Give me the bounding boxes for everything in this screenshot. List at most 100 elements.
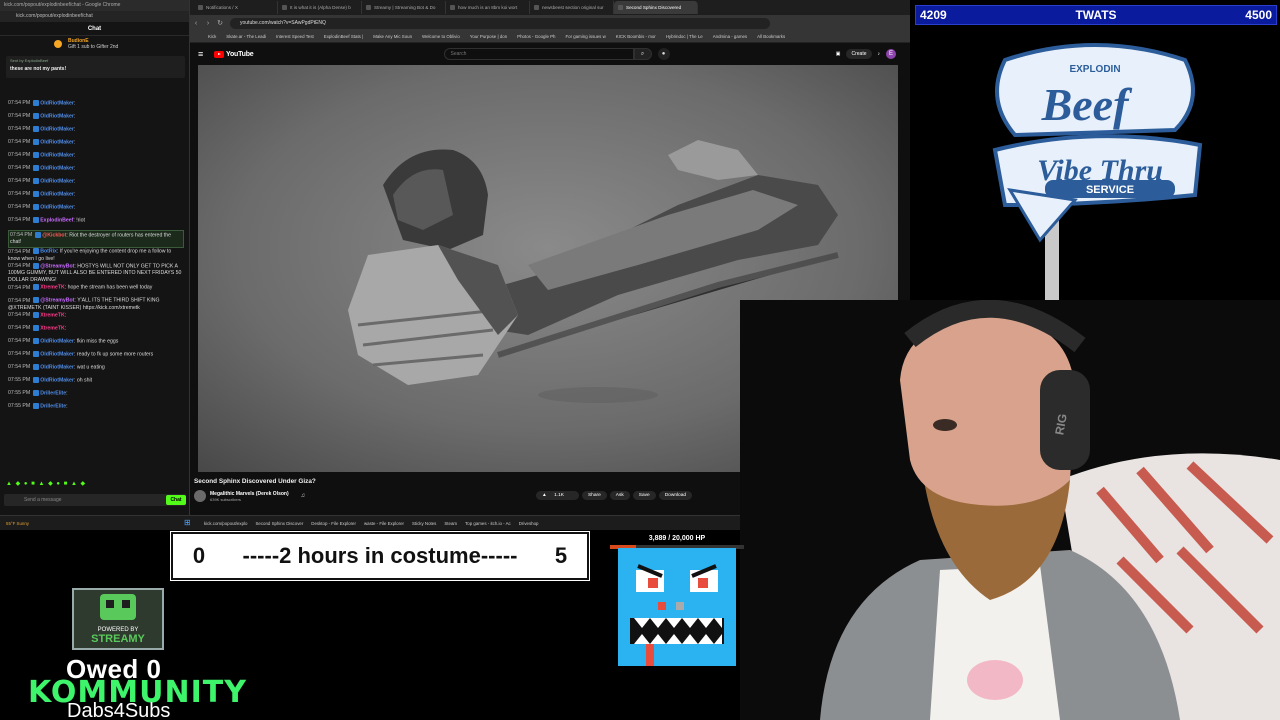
chat-text: :	[66, 389, 68, 396]
taskbar-item[interactable]: Desktop - File Explorer	[307, 521, 360, 526]
mic-icon[interactable]: ●	[657, 48, 670, 60]
share-button[interactable]: Share	[581, 491, 607, 500]
bookmark-item[interactable]: Hybrindoc | The Le	[666, 34, 703, 39]
chat-username[interactable]: OldRiotMaker	[40, 152, 74, 158]
chat-text: :	[73, 113, 76, 120]
chat-username[interactable]: OldRiotMaker	[40, 338, 74, 344]
bookmark-item[interactable]: Interest Speed Test	[276, 34, 314, 39]
search-input[interactable]: Search	[443, 48, 634, 60]
bookmark-item[interactable]: For gaming issues w	[565, 34, 605, 39]
bookmark-item[interactable]: ExplodinBeef Stats |	[324, 34, 363, 39]
bookmark-item[interactable]: All Bookmarks	[757, 34, 785, 39]
chat-username[interactable]: XtremeTK	[40, 285, 65, 291]
chat-username[interactable]: OldRiotMaker	[40, 204, 74, 210]
bookmark-item[interactable]: Skate.ar - The Leadi	[226, 34, 266, 39]
avatar[interactable]: E	[886, 49, 896, 59]
chat-username[interactable]: OldRiotMaker	[40, 377, 74, 383]
pinned-message[interactable]: Sent by ExplodinBeef these are not my pa…	[6, 56, 185, 78]
chat-badge-icon	[33, 350, 40, 357]
chat-text: :	[73, 178, 76, 185]
chat-message: 07:54 PM OldRiotMaker: ready to fk up som…	[8, 350, 190, 364]
address-bar: ‹ › ↻ youtube.com/watch?v=SAwPgdPtENQ	[190, 15, 910, 31]
emote-row[interactable]: ▲ ◆ ● ■ ▲ ◆ ● ■ ▲ ◆	[6, 480, 86, 487]
like-button[interactable]: ▲ 1.1K	[536, 491, 579, 500]
chat-username[interactable]: XtremeTK	[40, 325, 65, 331]
bell-icon[interactable]: ♪	[878, 51, 881, 57]
url-field[interactable]: youtube.com/watch?v=SAwPgdPtENQ	[230, 17, 770, 29]
chat-timestamp: 07:54 PM	[8, 139, 31, 146]
chat-username[interactable]: XtremeTK	[40, 312, 65, 318]
chat-text: :	[64, 311, 67, 318]
chat-username[interactable]: OldRiotMaker	[40, 364, 74, 370]
taskbar-item[interactable]: Steam	[440, 521, 461, 526]
chat-input[interactable]: Send a message	[4, 494, 186, 506]
bookmark-item[interactable]: Photos - Google Ph	[517, 34, 555, 39]
chat-message: 07:54 PM XtremeTK: hope the stream has be…	[8, 284, 190, 297]
browser-tab[interactable]: It is what it is (Alpha Dense) b	[278, 1, 362, 14]
bookmark-item[interactable]: Kick	[208, 34, 216, 39]
subscribe-bell-icon[interactable]: ♫	[301, 493, 306, 499]
pinned-by: Sent by ExplodinBeef	[10, 58, 49, 63]
chat-username[interactable]: OldRiotMaker	[40, 139, 74, 145]
browser-tab[interactable]: how much is an 8bm koi wort	[446, 1, 530, 14]
chat-username[interactable]: DrillerElite	[40, 403, 66, 409]
chat-username[interactable]: OldRiotMaker	[40, 178, 74, 184]
chat-window-url[interactable]: kick.com/popout/explodinbeef/chat	[0, 11, 189, 22]
search-icon[interactable]: ⌕	[633, 48, 652, 60]
taskbar-items: kick.com/popout/explo Second Sphinx Disco…	[200, 521, 543, 526]
chat-username[interactable]: OldRiotMaker	[40, 351, 74, 357]
chat-username[interactable]: DrillerElite	[40, 390, 66, 396]
chat-message: 07:54 PM OldRiotMaker:	[8, 204, 190, 217]
bookmark-item[interactable]: Make Any Mic Soun	[373, 34, 412, 39]
browser-tab[interactable]: Streamy | Streaming Bot & Do	[362, 1, 446, 14]
chat-username[interactable]: OldRiotMaker	[40, 100, 74, 106]
chat-username[interactable]: BotRix	[40, 249, 57, 255]
chat-badge-icon	[33, 139, 40, 145]
download-button[interactable]: Download	[658, 491, 693, 500]
chat-message: 07:54 PM XtremeTK:	[8, 311, 190, 325]
save-button[interactable]: Save	[632, 491, 656, 500]
browser-tab[interactable]: newsbeest section original sur	[530, 1, 614, 14]
bookmark-item[interactable]: Andmina - games	[713, 34, 747, 39]
taskbar-item[interactable]: Second Sphinx Discover	[251, 521, 307, 526]
menu-icon[interactable]: ≡	[198, 49, 214, 59]
logo-line-2: Beef	[1041, 79, 1134, 130]
chat-header: Chat	[0, 22, 189, 36]
browser-tab[interactable]: Notifications / X	[194, 1, 278, 14]
youtube-logo[interactable]: YouTube	[214, 50, 254, 58]
chat-username[interactable]: OldRiotMaker	[40, 191, 74, 197]
cast-icon[interactable]: ▣	[836, 51, 841, 57]
chat-log[interactable]: 07:54 PM OldRiotMaker: 07:54 PM OldRiotMake…	[0, 100, 190, 472]
ask-button[interactable]: Ask	[609, 491, 630, 500]
taskbar-item[interactable]: waste - File Explorer	[360, 521, 408, 526]
channel-name[interactable]: Megalithic Marvels (Derek Olson)	[210, 491, 289, 497]
taskbar-item[interactable]: Top games - itch.io - Ac	[461, 521, 515, 526]
webcam-feed: RIG	[740, 300, 1280, 720]
bookmark-item[interactable]: Welcome to Oblivio	[422, 34, 460, 39]
bookmark-item[interactable]: KICK Boombis - mor	[616, 34, 656, 39]
forward-icon[interactable]: ›	[202, 20, 214, 27]
chat-username[interactable]: OldRiotMaker	[40, 126, 74, 132]
reload-icon[interactable]: ↻	[214, 19, 226, 27]
counter-goal: 4500	[1245, 8, 1272, 22]
back-icon[interactable]: ‹	[190, 20, 202, 27]
chat-username[interactable]: @Kickbot	[42, 232, 66, 238]
weather-widget[interactable]: 55°F Sunny	[0, 521, 90, 526]
chat-username[interactable]: @StreamyBot	[40, 263, 74, 269]
chat-username[interactable]: OldRiotMaker	[40, 113, 74, 119]
chat-send-button[interactable]: Chat	[166, 495, 186, 505]
taskbar-item[interactable]: kick.com/popout/explo	[200, 521, 251, 526]
chat-username[interactable]: ExplodinBeef	[40, 217, 73, 223]
chat-username[interactable]: @StreamyBot	[40, 298, 74, 304]
channel-row: Megalithic Marvels (Derek Olson) 639K su…	[194, 490, 305, 502]
bookmark-item[interactable]: Your Purpose | don	[470, 34, 507, 39]
chat-timestamp: 07:54 PM	[8, 165, 31, 172]
taskbar-item[interactable]: Sticky Notes	[408, 521, 440, 526]
chat-text: :	[73, 204, 76, 211]
channel-avatar[interactable]	[194, 490, 206, 502]
browser-tab[interactable]: Second Sphinx Discovered	[614, 1, 698, 14]
taskbar-item[interactable]: Driveshop	[515, 521, 543, 526]
windows-start-icon[interactable]: ⊞	[184, 519, 194, 527]
create-button[interactable]: Create	[846, 49, 872, 59]
chat-username[interactable]: OldRiotMaker	[40, 165, 74, 171]
